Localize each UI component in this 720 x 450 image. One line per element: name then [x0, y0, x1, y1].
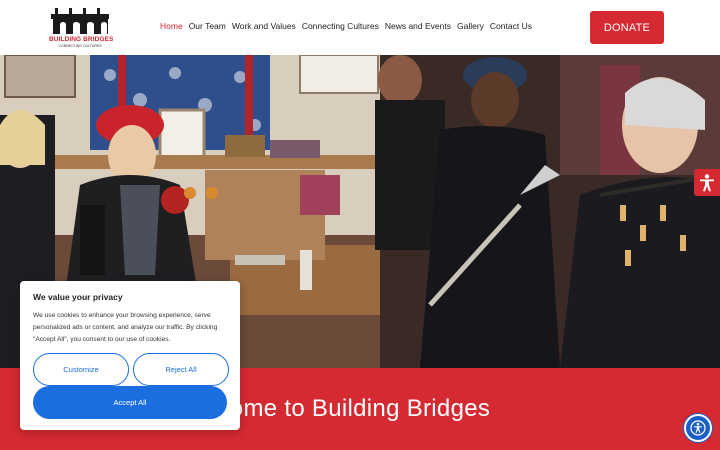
bridge-logo-icon	[51, 8, 109, 34]
accessibility-icon	[690, 420, 706, 436]
logo-subtitle: CONNECTING CULTURES	[58, 44, 102, 48]
cookie-consent-dialog: We value your privacy We use cookies to …	[20, 281, 240, 430]
donate-button[interactable]: DONATE	[590, 11, 664, 44]
site-header: BUILDING BRIDGES CONNECTING CULTURES Hom…	[0, 0, 720, 55]
nav-home[interactable]: Home	[160, 21, 183, 31]
logo-title: BUILDING BRIDGES	[49, 36, 114, 43]
main-nav: Home Our Team Work and Values Connecting…	[160, 21, 538, 31]
nav-connecting-cultures[interactable]: Connecting Cultures	[302, 21, 379, 31]
accept-all-button[interactable]: Accept All	[33, 386, 227, 419]
nav-contact-us[interactable]: Contact Us	[490, 21, 532, 31]
site-logo[interactable]: BUILDING BRIDGES CONNECTING CULTURES	[49, 8, 114, 48]
cookie-body: We use cookies to enhance your browsing …	[33, 312, 218, 343]
nav-gallery[interactable]: Gallery	[457, 21, 484, 31]
accessibility-tab-button[interactable]	[694, 169, 720, 196]
accessibility-widget-button[interactable]	[684, 414, 712, 442]
nav-news-and-events[interactable]: News and Events	[385, 21, 451, 31]
nav-our-team[interactable]: Our Team	[189, 21, 226, 31]
cookie-title: We value your privacy	[33, 292, 123, 302]
nav-work-and-values[interactable]: Work and Values	[232, 21, 296, 31]
customize-button[interactable]: Customize	[33, 353, 129, 386]
accessibility-person-icon	[700, 173, 714, 191]
reject-all-button[interactable]: Reject All	[133, 353, 229, 386]
